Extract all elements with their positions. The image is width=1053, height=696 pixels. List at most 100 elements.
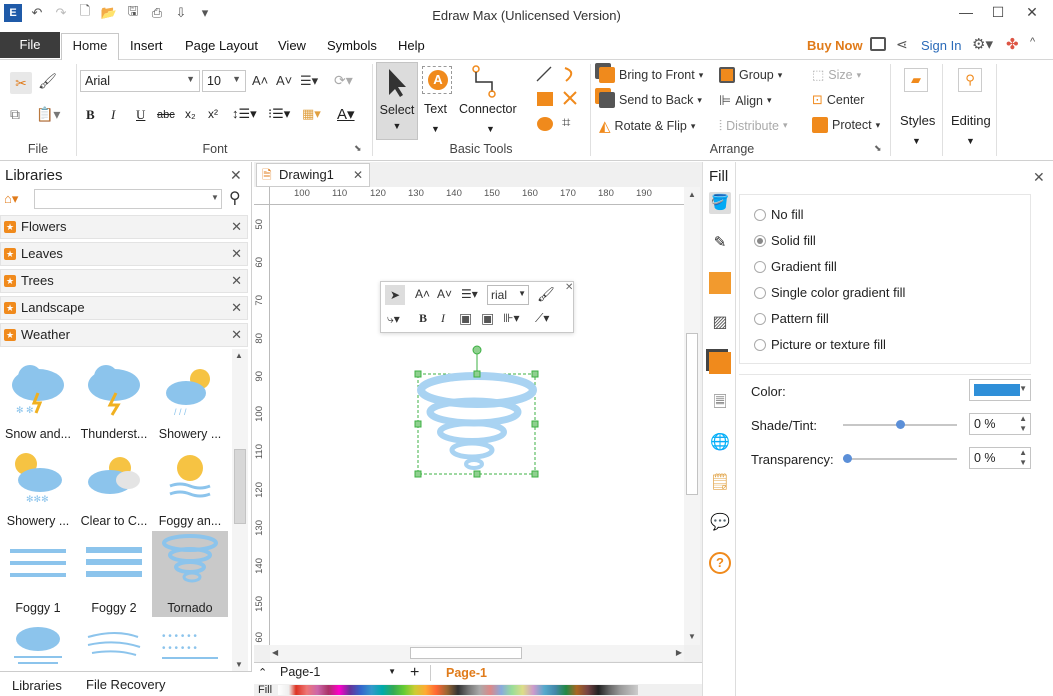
add-page-icon[interactable]: + <box>410 664 419 682</box>
color-picker[interactable]: ▼ <box>969 379 1031 401</box>
tornado-shape-selected[interactable] <box>410 342 545 482</box>
format-painter-icon[interactable]: 🖌 <box>38 72 57 90</box>
page-select[interactable]: Page-1 ▼ <box>280 665 400 683</box>
rectangle-tool-icon[interactable] <box>537 92 553 106</box>
close-icon[interactable]: ✕ <box>231 324 242 346</box>
shade-tint-slider[interactable] <box>843 420 957 429</box>
tab-insert[interactable]: Insert <box>130 38 163 53</box>
font-dialog-launcher-icon[interactable]: ⬊ <box>354 143 362 154</box>
fill-option-gradient-fill[interactable]: Gradient fill <box>754 259 837 274</box>
editing-label[interactable]: Editing <box>951 113 991 128</box>
page-tab-1[interactable]: Page-1 <box>446 666 487 680</box>
text-tool-label[interactable]: Text <box>424 102 447 116</box>
shape-snow-thunder[interactable]: ✻ ✻ Snow and... <box>0 357 76 443</box>
center-button[interactable]: ⊡ Center <box>812 92 864 108</box>
comment-icon[interactable]: 💬 <box>709 512 731 534</box>
pointer-icon[interactable]: ➤ <box>385 285 405 305</box>
bring-to-front-button[interactable]: Bring to Front ▾ <box>599 67 703 83</box>
close-icon[interactable]: ✕ <box>565 282 573 293</box>
search-icon[interactable]: ⚲ <box>229 188 241 208</box>
text-direction-icon[interactable]: ⟳▾ <box>334 72 353 89</box>
globe-hyperlink-icon[interactable]: 🌐 <box>709 432 731 454</box>
strikethrough-icon[interactable]: abc <box>157 109 175 121</box>
bullets-icon[interactable]: ⁝☰▾ <box>268 106 290 122</box>
grow-font-icon[interactable]: A˄ <box>252 73 268 88</box>
line-pen-icon[interactable]: ✎ <box>709 232 731 254</box>
bold-icon[interactable]: B <box>419 311 427 326</box>
library-scrollbar[interactable]: ▲ ▼ <box>232 349 248 671</box>
document-tab[interactable]: 🗎 Drawing1 ✕ <box>256 163 370 187</box>
distribute-icon[interactable]: ⊪▾ <box>503 311 519 325</box>
line-style-icon[interactable]: ⟋▾ <box>535 311 549 326</box>
shade-tint-spinner[interactable]: 0 % ▲ ▼ <box>969 413 1031 435</box>
fill-option-pattern-fill[interactable]: Pattern fill <box>754 311 829 326</box>
shape-hail[interactable]: • • • • • • • • • • • • <box>152 619 228 671</box>
shape-tornado[interactable]: Tornado <box>152 531 228 617</box>
palette-swatches[interactable] <box>278 685 638 695</box>
font-size-select[interactable]: 10 ▼ <box>202 70 246 92</box>
tab-view[interactable]: View <box>278 38 306 53</box>
fill-option-picture-texture[interactable]: Picture or texture fill <box>754 337 886 352</box>
maximize-button[interactable]: ☐ <box>986 4 1010 24</box>
library-item-trees[interactable]: ★ Trees ✕ <box>0 269 248 293</box>
slider-knob[interactable] <box>843 454 852 463</box>
attachment-icon[interactable]: 🗒 <box>709 472 731 494</box>
vertical-scrollbar[interactable]: ▲ ▼ <box>684 187 700 645</box>
sign-in-link[interactable]: Sign In <box>921 38 961 53</box>
shape-showery-snow[interactable]: ✻✻✻ Showery ... <box>0 444 76 530</box>
styles-label[interactable]: Styles <box>900 113 935 128</box>
text-block-icon[interactable]: ▦▾ <box>302 106 321 122</box>
theme-icon[interactable]: ✤ <box>1006 35 1019 53</box>
superscript-icon[interactable]: x² <box>208 107 218 121</box>
slider-knob[interactable] <box>896 420 905 429</box>
arrange-dialog-launcher-icon[interactable]: ⬊ <box>874 143 882 154</box>
settings-gear-icon[interactable]: ⚙▾ <box>972 35 993 53</box>
cross-tool-icon[interactable] <box>562 90 578 106</box>
library-item-leaves[interactable]: ★ Leaves ✕ <box>0 242 248 266</box>
send-to-back-button[interactable]: Send to Back ▾ <box>599 92 702 108</box>
connector-tool-label[interactable]: Connector <box>459 102 517 116</box>
close-icon[interactable]: ✕ <box>231 243 242 265</box>
library-item-flowers[interactable]: ★ Flowers ✕ <box>0 215 248 239</box>
library-item-landscape[interactable]: ★ Landscape ✕ <box>0 296 248 320</box>
tab-libraries[interactable]: Libraries <box>12 678 62 693</box>
crop-tool-icon[interactable]: ⌗ <box>562 114 570 131</box>
chevron-down-icon[interactable]: ▼ <box>486 124 495 134</box>
fill-option-single-color-gradient[interactable]: Single color gradient fill <box>754 285 905 300</box>
chevron-down-icon[interactable]: ▼ <box>431 124 440 134</box>
close-icon[interactable]: ✕ <box>353 164 363 186</box>
page-properties-icon[interactable]: 🗏 <box>709 392 731 414</box>
library-item-weather[interactable]: ★ Weather ✕ <box>0 323 248 347</box>
shadow-square-icon[interactable] <box>709 272 731 294</box>
shape-foggy-1[interactable]: Foggy 1 <box>0 531 76 617</box>
tab-page-layout[interactable]: Page Layout <box>185 38 258 53</box>
bring-forward-icon[interactable]: ▣ <box>459 310 472 327</box>
image-icon[interactable]: ▨ <box>709 312 731 334</box>
paste-icon[interactable]: 📋▾ <box>36 106 60 123</box>
arc-tool-icon[interactable] <box>562 66 578 82</box>
connector-tool-icon[interactable] <box>470 64 510 98</box>
close-icon[interactable]: ✕ <box>231 270 242 292</box>
shape-foggy-cloud[interactable] <box>0 619 76 671</box>
file-menu-tab[interactable]: File <box>0 32 60 58</box>
account-icon[interactable] <box>870 37 886 51</box>
line-tool-icon[interactable] <box>536 66 552 82</box>
minimize-button[interactable]: — <box>954 4 978 24</box>
size-button[interactable]: ⬚ Size ▾ <box>812 67 861 83</box>
shape-wind[interactable] <box>76 619 152 671</box>
subscript-icon[interactable]: x₂ <box>185 107 196 121</box>
rotation-handle[interactable] <box>472 345 482 355</box>
shape-clear-to-cloudy[interactable]: Clear to C... <box>76 444 152 530</box>
buy-now-link[interactable]: Buy Now <box>807 38 863 53</box>
spacing-icon[interactable]: ↕☰▾ <box>232 106 257 122</box>
close-fill-panel-icon[interactable]: ✕ <box>1033 169 1045 186</box>
fill-option-solid-fill[interactable]: Solid fill <box>754 233 816 248</box>
transparency-spinner[interactable]: 0 % ▲ ▼ <box>969 447 1031 469</box>
text-tool-icon[interactable]: A <box>422 66 452 94</box>
chevron-down-icon[interactable]: ▼ <box>966 136 975 146</box>
chevron-down-icon[interactable]: ▼ <box>912 136 921 146</box>
transparency-slider[interactable] <box>843 454 957 463</box>
share-icon[interactable]: ⋖ <box>896 36 908 53</box>
ellipse-tool-icon[interactable] <box>537 117 553 131</box>
distribute-button[interactable]: ⦙ Distribute ▾ <box>719 117 787 134</box>
